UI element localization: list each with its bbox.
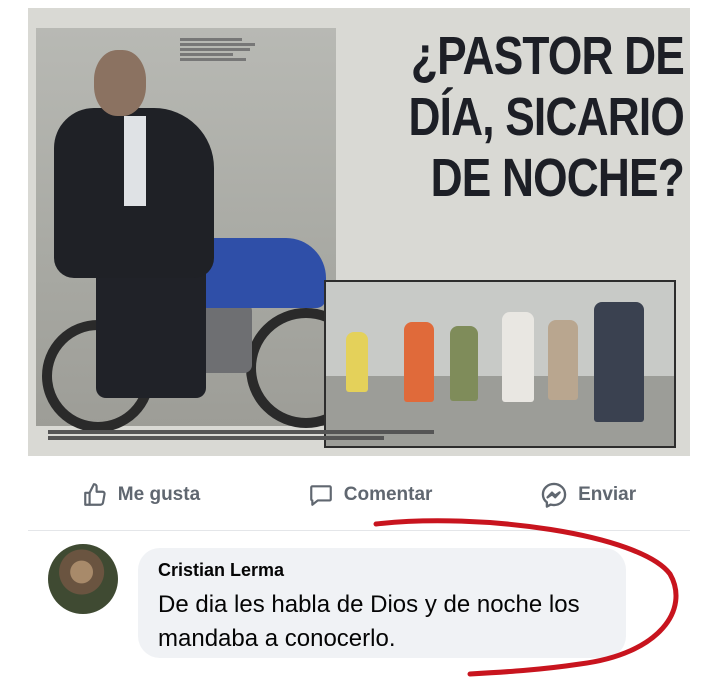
comment-author[interactable]: Cristian Lerma: [158, 560, 284, 581]
avatar[interactable]: [48, 544, 118, 614]
headline-line-1: ¿PASTOR DE: [410, 26, 685, 86]
photo-man-on-motorcycle: [36, 28, 366, 432]
comment-label: Comentar: [343, 484, 433, 505]
person-figure: [502, 312, 534, 402]
messenger-icon: [541, 482, 567, 508]
post-image-newspaper[interactable]: ¿PASTOR DE DÍA, SICARIO DE NOCHE?: [28, 8, 690, 456]
thumbs-up-icon: [83, 483, 106, 506]
headline-line-3: DE NOCHE?: [430, 148, 685, 208]
like-button[interactable]: Me gusta: [82, 482, 200, 508]
newspaper-headline: ¿PASTOR DE DÍA, SICARIO DE NOCHE?: [353, 26, 684, 209]
person-figure: [548, 320, 578, 400]
person-figure: [594, 302, 644, 422]
man-shirt: [124, 116, 146, 206]
like-label: Me gusta: [117, 484, 201, 505]
red-hand-drawn-circle: [373, 518, 679, 677]
person-figure: [450, 326, 478, 401]
newspaper-small-caption-illegible: [180, 36, 268, 63]
person-figure: [346, 332, 368, 392]
headline-line-2: DÍA, SICARIO: [408, 87, 684, 147]
send-label: Enviar: [578, 484, 637, 505]
inset-photo-detainees: [324, 280, 676, 448]
speech-bubble-icon: [309, 485, 332, 506]
newspaper-bottom-caption-illegible: [48, 428, 468, 442]
comment-button[interactable]: Comentar: [308, 482, 433, 508]
send-button[interactable]: Enviar: [540, 481, 636, 509]
man-head: [94, 50, 146, 116]
person-figure: [404, 322, 434, 402]
